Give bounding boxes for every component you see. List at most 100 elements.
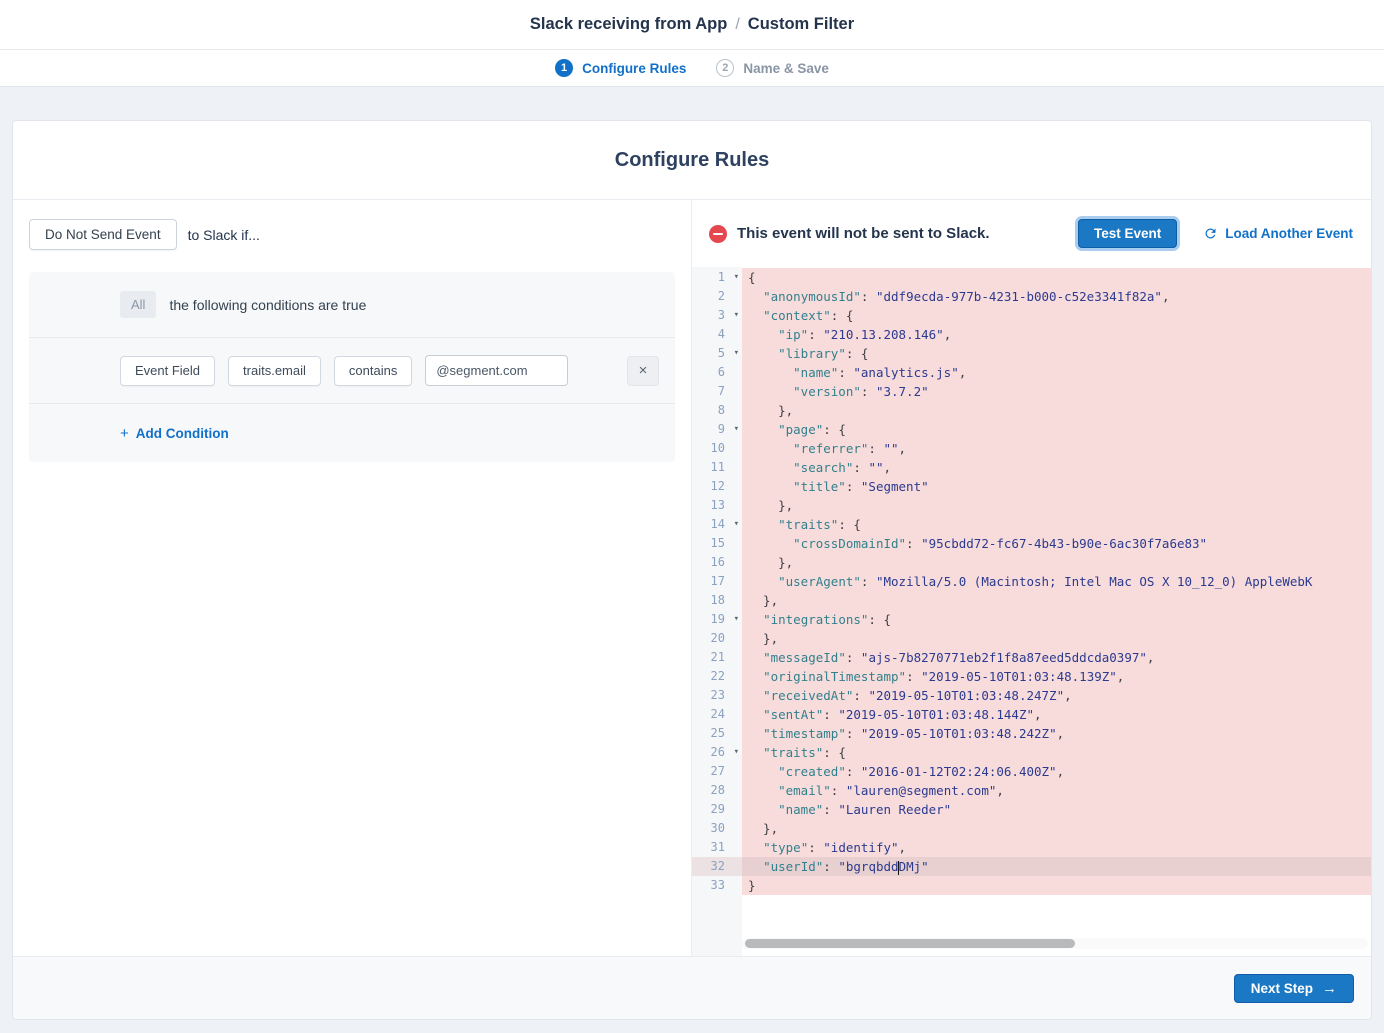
blocked-icon bbox=[709, 225, 727, 243]
gutter-line-number: 25 bbox=[692, 724, 742, 743]
field-type-button[interactable]: Event Field bbox=[120, 356, 215, 386]
filter-action-suffix: to Slack if... bbox=[188, 227, 260, 243]
json-editor[interactable]: 1▾23▾45▾6789▾1011121314▾1516171819▾20212… bbox=[692, 267, 1371, 956]
operator-text: the following conditions are true bbox=[169, 297, 366, 313]
test-event-button[interactable]: Test Event bbox=[1078, 219, 1177, 248]
code-line[interactable]: "created": "2016-01-12T02:24:06.400Z", bbox=[742, 762, 1371, 781]
code-line[interactable]: }, bbox=[742, 496, 1371, 515]
condition-builder-panel: Do Not Send Event to Slack if... All the… bbox=[13, 200, 692, 956]
filter-action-row: Do Not Send Event to Slack if... bbox=[29, 219, 675, 250]
code-line[interactable]: "userAgent": "Mozilla/5.0 (Macintosh; In… bbox=[742, 572, 1371, 591]
gutter-line-number[interactable]: 1▾ bbox=[692, 268, 742, 287]
field-path-button[interactable]: traits.email bbox=[228, 356, 321, 386]
filter-action-button[interactable]: Do Not Send Event bbox=[29, 219, 177, 250]
gutter-line-number: 17 bbox=[692, 572, 742, 591]
fold-toggle-icon[interactable]: ▾ bbox=[734, 515, 739, 534]
gutter-line-number: 8 bbox=[692, 401, 742, 420]
fold-toggle-icon[interactable]: ▾ bbox=[734, 610, 739, 629]
breadcrumb-destination: Slack receiving from App bbox=[530, 15, 727, 34]
plus-icon: + bbox=[120, 425, 129, 442]
gutter-line-number: 30 bbox=[692, 819, 742, 838]
code-line[interactable]: }, bbox=[742, 629, 1371, 648]
gutter-line-number: 21 bbox=[692, 648, 742, 667]
code-line[interactable]: "search": "", bbox=[742, 458, 1371, 477]
operator-button[interactable]: contains bbox=[334, 356, 412, 386]
code-line[interactable]: "timestamp": "2019-05-10T01:03:48.242Z", bbox=[742, 724, 1371, 743]
fold-toggle-icon[interactable]: ▾ bbox=[734, 420, 739, 439]
code-line[interactable]: "anonymousId": "ddf9ecda-977b-4231-b000-… bbox=[742, 287, 1371, 306]
gutter-line-number: 32 bbox=[692, 857, 742, 876]
editor-gutter: 1▾23▾45▾6789▾1011121314▾1516171819▾20212… bbox=[692, 267, 742, 956]
code-line[interactable]: "integrations": { bbox=[742, 610, 1371, 629]
code-line[interactable]: }, bbox=[742, 819, 1371, 838]
code-line[interactable]: "userId": "bgrqbddDMj" bbox=[742, 857, 1371, 876]
step-configure-rules[interactable]: 1 Configure Rules bbox=[555, 59, 686, 77]
code-line[interactable]: "library": { bbox=[742, 344, 1371, 363]
card-body: Do Not Send Event to Slack if... All the… bbox=[13, 200, 1371, 956]
remove-condition-button[interactable]: × bbox=[627, 356, 659, 386]
code-line[interactable]: }, bbox=[742, 553, 1371, 572]
code-line[interactable]: "type": "identify", bbox=[742, 838, 1371, 857]
code-line[interactable]: "ip": "210.13.208.146", bbox=[742, 325, 1371, 344]
gutter-line-number: 2 bbox=[692, 287, 742, 306]
editor-code[interactable]: { "anonymousId": "ddf9ecda-977b-4231-b00… bbox=[742, 267, 1371, 956]
code-line[interactable]: "sentAt": "2019-05-10T01:03:48.144Z", bbox=[742, 705, 1371, 724]
code-line[interactable]: "traits": { bbox=[742, 743, 1371, 762]
code-line[interactable]: }, bbox=[742, 591, 1371, 610]
code-line[interactable]: "crossDomainId": "95cbdd72-fc67-4b43-b90… bbox=[742, 534, 1371, 553]
horizontal-scrollbar bbox=[742, 938, 1368, 949]
code-line[interactable]: "receivedAt": "2019-05-10T01:03:48.247Z"… bbox=[742, 686, 1371, 705]
step-1-label: Configure Rules bbox=[582, 61, 686, 76]
condition-group: All the following conditions are true Ev… bbox=[29, 272, 675, 462]
code-line[interactable]: { bbox=[742, 268, 1371, 287]
gutter-line-number: 11 bbox=[692, 458, 742, 477]
code-line[interactable]: "name": "Lauren Reeder" bbox=[742, 800, 1371, 819]
gutter-line-number: 33 bbox=[692, 876, 742, 895]
gutter-line-number[interactable]: 9▾ bbox=[692, 420, 742, 439]
gutter-line-number[interactable]: 19▾ bbox=[692, 610, 742, 629]
horizontal-scrollbar-thumb[interactable] bbox=[745, 939, 1075, 948]
code-line[interactable]: }, bbox=[742, 401, 1371, 420]
code-line[interactable]: "version": "3.7.2" bbox=[742, 382, 1371, 401]
code-line[interactable]: } bbox=[742, 876, 1371, 895]
steps-bar: 1 Configure Rules 2 Name & Save bbox=[0, 50, 1384, 87]
next-step-button[interactable]: Next Step → bbox=[1234, 974, 1354, 1003]
condition-row: Event Field traits.email contains × bbox=[29, 337, 675, 403]
code-line[interactable]: "messageId": "ajs-7b8270771eb2f1f8a87eed… bbox=[742, 648, 1371, 667]
condition-value-input[interactable] bbox=[425, 355, 568, 386]
gutter-line-number: 15 bbox=[692, 534, 742, 553]
code-line[interactable]: "name": "analytics.js", bbox=[742, 363, 1371, 382]
breadcrumb-page: Custom Filter bbox=[748, 15, 854, 34]
gutter-line-number: 7 bbox=[692, 382, 742, 401]
code-line[interactable]: "context": { bbox=[742, 306, 1371, 325]
gutter-line-number[interactable]: 5▾ bbox=[692, 344, 742, 363]
gutter-line-number: 24 bbox=[692, 705, 742, 724]
gutter-line-number: 12 bbox=[692, 477, 742, 496]
code-line[interactable]: "page": { bbox=[742, 420, 1371, 439]
code-line[interactable]: "originalTimestamp": "2019-05-10T01:03:4… bbox=[742, 667, 1371, 686]
refresh-icon bbox=[1203, 226, 1218, 241]
gutter-line-number: 27 bbox=[692, 762, 742, 781]
code-line[interactable]: "email": "lauren@segment.com", bbox=[742, 781, 1371, 800]
gutter-line-number[interactable]: 3▾ bbox=[692, 306, 742, 325]
event-preview-panel: This event will not be sent to Slack. Te… bbox=[692, 200, 1371, 956]
fold-toggle-icon[interactable]: ▾ bbox=[734, 268, 739, 287]
gutter-line-number[interactable]: 14▾ bbox=[692, 515, 742, 534]
step-name-and-save[interactable]: 2 Name & Save bbox=[716, 59, 829, 77]
fold-toggle-icon[interactable]: ▾ bbox=[734, 743, 739, 762]
add-condition-button[interactable]: + Add Condition bbox=[120, 425, 229, 442]
gutter-line-number: 20 bbox=[692, 629, 742, 648]
gutter-line-number: 16 bbox=[692, 553, 742, 572]
code-line[interactable]: "referrer": "", bbox=[742, 439, 1371, 458]
step-2-circle: 2 bbox=[716, 59, 734, 77]
operator-badge[interactable]: All bbox=[120, 291, 156, 318]
gutter-line-number[interactable]: 26▾ bbox=[692, 743, 742, 762]
card-title-row: Configure Rules bbox=[13, 121, 1371, 200]
load-another-event-button[interactable]: Load Another Event bbox=[1203, 226, 1353, 241]
code-line[interactable]: "title": "Segment" bbox=[742, 477, 1371, 496]
fold-toggle-icon[interactable]: ▾ bbox=[734, 306, 739, 325]
breadcrumb: Slack receiving from App / Custom Filter bbox=[0, 0, 1384, 50]
load-another-event-label: Load Another Event bbox=[1225, 226, 1353, 241]
fold-toggle-icon[interactable]: ▾ bbox=[734, 344, 739, 363]
code-line[interactable]: "traits": { bbox=[742, 515, 1371, 534]
